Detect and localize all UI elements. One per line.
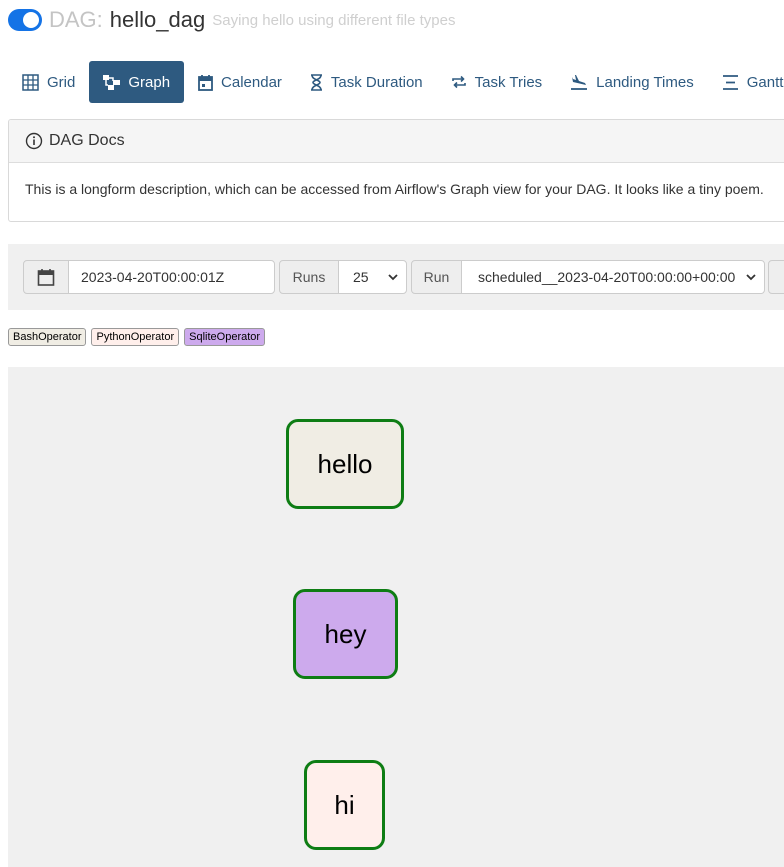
view-tabs: Grid Graph Calendar Task Duration Task T… bbox=[8, 61, 784, 103]
chevron-down-icon bbox=[746, 274, 756, 281]
tab-label: Task Tries bbox=[474, 73, 543, 91]
legend-bash-operator[interactable]: BashOperator bbox=[8, 328, 87, 346]
tab-task-duration[interactable]: Task Duration bbox=[296, 61, 437, 103]
dag-description: Saying hello using different file types bbox=[212, 11, 456, 29]
hourglass-icon bbox=[310, 73, 322, 91]
tab-label: Gantt bbox=[746, 73, 784, 91]
gantt-icon bbox=[722, 74, 738, 90]
tab-label: Graph bbox=[128, 73, 171, 91]
grid-icon bbox=[22, 73, 39, 91]
task-node-hello[interactable]: hello bbox=[286, 419, 404, 509]
info-icon bbox=[25, 132, 43, 150]
tab-landing-times[interactable]: Landing Times bbox=[556, 61, 708, 103]
graph-icon bbox=[103, 74, 121, 90]
num-runs-value: 25 bbox=[353, 269, 369, 285]
calendar-icon bbox=[37, 269, 55, 286]
dag-graph-canvas[interactable]: hello hey hi bbox=[8, 367, 784, 867]
dag-docs-toggle[interactable]: DAG Docs bbox=[9, 120, 784, 163]
dag-docs-title: DAG Docs bbox=[49, 132, 125, 149]
num-runs-select[interactable]: 25 bbox=[338, 260, 407, 294]
base-date-input[interactable]: 2023-04-20T00:00:01Z bbox=[68, 260, 275, 294]
operator-legend: BashOperator PythonOperator SqliteOperat… bbox=[8, 328, 270, 346]
legend-python-operator[interactable]: PythonOperator bbox=[91, 328, 180, 346]
date-picker-button[interactable] bbox=[23, 260, 69, 294]
tab-label: Landing Times bbox=[596, 73, 694, 91]
pause-toggle[interactable] bbox=[8, 9, 42, 31]
tab-graph[interactable]: Graph bbox=[89, 61, 185, 103]
task-node-hi[interactable]: hi bbox=[304, 760, 385, 850]
tab-label: Calendar bbox=[221, 73, 282, 91]
dag-docs-body: This is a longform description, which ca… bbox=[25, 181, 764, 197]
dag-id: hello_dag bbox=[109, 7, 206, 32]
run-controls: 2023-04-20T00:00:01Z Runs 25 Run schedul… bbox=[8, 244, 784, 310]
plane-landing-icon bbox=[571, 75, 588, 90]
runs-label: Runs bbox=[279, 260, 339, 294]
dag-docs-panel: DAG Docs This is a longform description,… bbox=[8, 119, 784, 222]
retry-icon bbox=[451, 75, 466, 89]
tab-label: Grid bbox=[47, 73, 76, 91]
tab-calendar[interactable]: Calendar bbox=[184, 61, 296, 103]
task-node-hey[interactable]: hey bbox=[293, 589, 398, 679]
run-label: Run bbox=[411, 260, 462, 294]
dag-header: DAG: hello_dag Saying hello using differ… bbox=[8, 3, 455, 37]
layout-select[interactable] bbox=[768, 260, 784, 294]
tab-grid[interactable]: Grid bbox=[8, 61, 89, 103]
legend-sqlite-operator[interactable]: SqliteOperator bbox=[184, 328, 266, 346]
calendar-icon bbox=[198, 74, 213, 91]
tab-gantt[interactable]: Gantt bbox=[708, 61, 784, 103]
dag-run-value: scheduled__2023-04-20T00:00:00+00:00 bbox=[478, 269, 736, 285]
tab-label: Task Duration bbox=[330, 73, 423, 91]
tab-task-tries[interactable]: Task Tries bbox=[437, 61, 557, 103]
dag-prefix: DAG: bbox=[49, 7, 103, 32]
chevron-down-icon bbox=[388, 274, 398, 281]
dag-run-select[interactable]: scheduled__2023-04-20T00:00:00+00:00 bbox=[461, 260, 765, 294]
